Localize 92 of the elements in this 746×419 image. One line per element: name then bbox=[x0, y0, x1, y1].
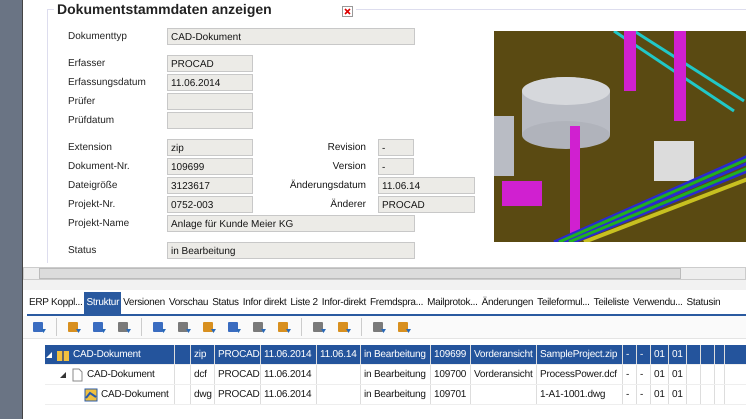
table-cell: dwg bbox=[194, 389, 212, 400]
readonly-field[interactable]: PROCAD bbox=[167, 55, 253, 72]
field-label: Prüfdatum bbox=[68, 115, 116, 126]
table-cell: in Bearbeitung bbox=[364, 369, 426, 380]
document-icon bbox=[70, 368, 84, 382]
field-label: Erfassungsdatum bbox=[68, 77, 147, 88]
readonly-field[interactable]: 3123617 bbox=[167, 177, 253, 194]
readonly-field[interactable]: in Bearbeitung bbox=[167, 242, 415, 259]
field-label: Projekt-Name bbox=[68, 218, 130, 229]
tab[interactable]: Fremdspra... bbox=[368, 292, 426, 314]
table-cell: 01 bbox=[654, 369, 665, 380]
table-cell: CAD-Dokument bbox=[73, 349, 141, 360]
field-label: Projekt-Nr. bbox=[68, 199, 116, 210]
table-cell: in Bearbeitung bbox=[364, 389, 426, 400]
table-cell: 01 bbox=[654, 389, 665, 400]
field-label: Version bbox=[332, 161, 367, 172]
table-cell: dcf bbox=[194, 369, 207, 380]
tab[interactable]: Mailprotok... bbox=[425, 292, 480, 314]
table-cell: 01 bbox=[654, 349, 665, 360]
readonly-field[interactable]: PROCAD bbox=[378, 196, 475, 213]
tab[interactable]: Infor-direkt bbox=[320, 292, 368, 314]
panel-title: Dokumentstammdaten anzeigen bbox=[57, 1, 272, 17]
table-cell: 1-A1-1001.dwg bbox=[540, 389, 606, 400]
readonly-field[interactable]: 0752-003 bbox=[167, 196, 253, 213]
table-cell: Vorderansicht bbox=[474, 369, 533, 380]
readonly-field[interactable]: - bbox=[378, 158, 414, 175]
field-label: Änderer bbox=[329, 199, 367, 210]
table-cell: 01 bbox=[672, 369, 683, 380]
table-cell: - bbox=[626, 389, 630, 400]
expander-icon[interactable] bbox=[59, 370, 67, 378]
field-label: Erfasser bbox=[68, 58, 106, 69]
readonly-field[interactable] bbox=[167, 112, 253, 129]
table-cell: - bbox=[640, 389, 644, 400]
tab[interactable]: ERP Koppl... bbox=[27, 292, 84, 314]
table-cell: 01 bbox=[672, 349, 683, 360]
tab[interactable]: Teileliste bbox=[592, 292, 632, 314]
table-cell: 11.06.2014 bbox=[264, 389, 312, 400]
table-cell: 01 bbox=[672, 389, 683, 400]
table-cell: ProcessPower.dcf bbox=[540, 369, 617, 380]
table-cell: - bbox=[640, 369, 644, 380]
readonly-field[interactable]: zip bbox=[167, 139, 253, 156]
table-cell: SampleProject.zip bbox=[540, 349, 618, 360]
drawing-file-icon bbox=[84, 388, 98, 402]
table-cell: 11.06.2014 bbox=[264, 349, 312, 360]
table-cell: - bbox=[626, 369, 630, 380]
splitter-handle[interactable] bbox=[23, 280, 746, 290]
field-label: Dateigröße bbox=[68, 180, 118, 191]
readonly-field[interactable]: 11.06.2014 bbox=[167, 74, 253, 91]
table-cell: in Bearbeitung bbox=[364, 349, 426, 360]
tab[interactable]: Struktur bbox=[84, 292, 122, 314]
tab[interactable]: Teileformul... bbox=[535, 292, 592, 314]
tab[interactable]: Versionen bbox=[121, 292, 167, 314]
readonly-field[interactable]: - bbox=[378, 139, 414, 156]
tree-row[interactable]: CAD-Dokument dcf PROCAD 11.06.2014 in Bearbeitung 109700 Vorderansicht ProcessPower.dcf - - 01 01 bbox=[45, 365, 746, 385]
field-label: Revision bbox=[326, 142, 367, 153]
tab[interactable]: Verwendu... bbox=[631, 292, 685, 314]
table-cell: CAD-Dokument bbox=[87, 369, 155, 380]
field-label: Dokumenttyp bbox=[68, 31, 128, 42]
readonly-field[interactable]: 11.06.14 bbox=[378, 177, 475, 194]
table-cell: PROCAD bbox=[218, 369, 260, 380]
field-label: Änderungsdatum bbox=[288, 180, 367, 191]
table-cell: - bbox=[640, 349, 644, 360]
table-cell: 11.06.14 bbox=[320, 349, 357, 360]
readonly-field[interactable]: 109699 bbox=[167, 158, 253, 175]
table-cell: zip bbox=[194, 349, 206, 360]
table-cell: PROCAD bbox=[218, 389, 260, 400]
tab[interactable]: Liste 2 bbox=[288, 292, 320, 314]
field-label: Prüfer bbox=[68, 96, 96, 107]
tab[interactable]: Statusin bbox=[684, 292, 722, 314]
tab[interactable]: Infor direkt bbox=[240, 292, 288, 314]
readonly-field[interactable]: Anlage für Kunde Meier KG bbox=[167, 215, 415, 232]
readonly-field[interactable] bbox=[167, 93, 253, 110]
expander-icon[interactable] bbox=[45, 350, 53, 358]
close-icon[interactable] bbox=[342, 6, 353, 16]
table-cell: 109699 bbox=[434, 349, 466, 360]
tab[interactable]: Änderungen bbox=[480, 292, 536, 314]
readonly-field[interactable]: CAD-Dokument bbox=[167, 28, 415, 45]
table-cell: - bbox=[626, 349, 630, 360]
tab[interactable]: Vorschau bbox=[166, 292, 210, 314]
horizontal-scrollbar[interactable] bbox=[23, 267, 746, 280]
field-label: Dokument-Nr. bbox=[68, 161, 131, 172]
field-label: Status bbox=[68, 245, 98, 256]
table-cell: 109700 bbox=[434, 369, 466, 380]
tree-row[interactable]: CAD-Dokument zip PROCAD 11.06.2014 11.06.14 in Bearbeitung 109699 Vorderansicht SampleProject.zip - - 01 01 bbox=[45, 345, 746, 365]
table-cell: 11.06.2014 bbox=[264, 369, 312, 380]
table-cell: CAD-Dokument bbox=[101, 389, 169, 400]
table-cell: 109701 bbox=[434, 389, 466, 400]
tree-row[interactable]: CAD-Dokument dwg PROCAD 11.06.2014 in Bearbeitung 109701 1-A1-1001.dwg - - 01 01 bbox=[45, 385, 746, 405]
table-cell: Vorderansicht bbox=[474, 349, 533, 360]
tab[interactable]: Status bbox=[210, 292, 241, 314]
field-label: Extension bbox=[68, 142, 113, 153]
table-cell: PROCAD bbox=[218, 349, 260, 360]
